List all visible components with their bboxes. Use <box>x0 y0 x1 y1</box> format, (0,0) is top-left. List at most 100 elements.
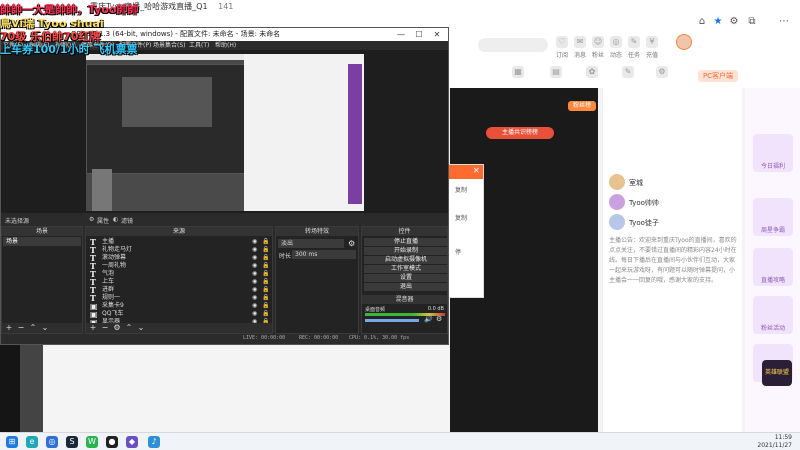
extensions-icon[interactable]: ⚙ <box>728 16 740 28</box>
transition-select[interactable]: 淡出 <box>278 239 344 248</box>
settings-button[interactable]: 设置 <box>364 274 448 282</box>
source-row[interactable]: T 规则一 ◉ 🔒 <box>88 294 269 302</box>
source-row[interactable]: T 礼物走马灯 ◉ 🔒 <box>88 246 269 254</box>
close-icon[interactable]: × <box>472 166 480 176</box>
user-avatar[interactable] <box>676 34 692 50</box>
add-icon[interactable]: + <box>4 323 14 333</box>
edit-icon[interactable]: ✎ <box>622 66 634 78</box>
lock-icon[interactable]: 🔒 <box>262 302 269 310</box>
gear-icon[interactable]: ⚙ <box>348 239 355 248</box>
task-icon[interactable]: ✎ <box>628 36 640 48</box>
chat-user-row[interactable]: 室城 <box>609 174 737 192</box>
source-row[interactable]: ▣ QQ飞车 ◉ 🔒 <box>88 310 269 318</box>
visibility-icon[interactable]: ◉ <box>252 254 257 262</box>
edge-icon[interactable]: e <box>26 436 38 448</box>
menu-tools[interactable]: 工具(T) <box>189 41 209 50</box>
dialog-label[interactable]: 复制 <box>455 185 467 194</box>
visibility-icon[interactable]: ◉ <box>252 270 257 278</box>
chat-user-row[interactable]: Tyoo徒子 <box>609 214 737 232</box>
exit-button[interactable]: 退出 <box>364 283 448 291</box>
fans-icon[interactable]: ☺ <box>592 36 604 48</box>
visibility-icon[interactable]: ◉ <box>252 302 257 310</box>
virtual-camera-button[interactable]: 启动虚拟摄像机 <box>364 256 448 264</box>
gift-icon[interactable]: ✿ <box>586 66 598 78</box>
pc-client-button[interactable]: PC客户端 <box>698 70 738 82</box>
source-row[interactable]: T 一周礼物 ◉ 🔒 <box>88 262 269 270</box>
visibility-icon[interactable]: ◉ <box>252 294 257 302</box>
grid-icon[interactable]: ▦ <box>512 66 524 78</box>
steam-icon[interactable]: S <box>66 436 78 448</box>
minimize-icon[interactable]: — <box>392 28 410 41</box>
source-row[interactable]: T 上车 ◉ 🔒 <box>88 278 269 286</box>
app-icon[interactable]: ♪ <box>148 436 160 448</box>
dialog-label[interactable]: 复制 <box>455 213 467 222</box>
gear-icon[interactable]: ⚙ <box>436 315 442 323</box>
start-recording-button[interactable]: 开始录制 <box>364 247 448 255</box>
lock-icon[interactable]: 🔒 <box>262 286 269 294</box>
visibility-icon[interactable]: ◉ <box>252 238 257 246</box>
remove-icon[interactable]: − <box>100 323 110 333</box>
lock-icon[interactable]: 🔒 <box>262 294 269 302</box>
properties-button[interactable]: 属性 <box>97 216 109 225</box>
gear-icon[interactable]: ⚙ <box>112 323 122 333</box>
home-icon[interactable]: ⌂ <box>696 16 708 28</box>
source-row[interactable]: ▣ 采集卡9 ◉ 🔒 <box>88 302 269 310</box>
move-down-icon[interactable]: ⌄ <box>40 323 50 333</box>
volume-slider[interactable] <box>365 319 419 322</box>
tag-strip[interactable]: 主播共识榜榜 <box>486 127 554 139</box>
move-up-icon[interactable]: ⌃ <box>28 323 38 333</box>
stop-streaming-button[interactable]: 停止直播 <box>364 238 448 246</box>
chart-icon[interactable]: ▤ <box>550 66 562 78</box>
app-icon[interactable]: ◆ <box>126 436 138 448</box>
windows-start-icon[interactable]: ⊞ <box>6 436 18 448</box>
maximize-icon[interactable]: ☐ <box>410 28 428 41</box>
source-row[interactable]: T 进群 ◉ 🔒 <box>88 286 269 294</box>
visibility-icon[interactable]: ◉ <box>252 246 257 254</box>
search-input[interactable] <box>478 38 548 52</box>
lock-icon[interactable]: 🔒 <box>262 270 269 278</box>
rank-strip[interactable]: 粉丝榜 <box>568 101 596 111</box>
chat-user-row[interactable]: Tyoo帅帅 <box>609 194 737 212</box>
speaker-icon[interactable]: 🔊 <box>424 315 433 323</box>
visibility-icon[interactable]: ◉ <box>252 278 257 286</box>
scene-item[interactable]: 场景 <box>3 237 81 246</box>
message-icon[interactable]: ✉ <box>574 36 586 48</box>
move-down-icon[interactable]: ⌄ <box>136 323 146 333</box>
settings-icon[interactable]: ⚙ <box>656 66 668 78</box>
obs-icon[interactable]: ● <box>106 436 118 448</box>
visibility-icon[interactable]: ◉ <box>252 286 257 294</box>
visibility-icon[interactable]: ◉ <box>252 262 257 270</box>
source-row[interactable]: T 滚动弹幕 ◉ 🔒 <box>88 254 269 262</box>
wechat-icon[interactable]: W <box>86 436 98 448</box>
menu-help[interactable]: 帮助(H) <box>215 41 236 50</box>
dynamic-icon[interactable]: ◎ <box>610 36 622 48</box>
source-row[interactable]: T 气泡 ◉ 🔒 <box>88 270 269 278</box>
filters-button[interactable]: 滤镜 <box>121 216 133 225</box>
lock-icon[interactable]: 🔒 <box>262 254 269 262</box>
subscribe-icon[interactable]: ♡ <box>556 36 568 48</box>
studio-mode-button[interactable]: 工作室模式 <box>364 265 448 273</box>
menu-scene-collection[interactable]: 场景集合(S) <box>153 41 186 50</box>
recharge-icon[interactable]: ¥ <box>646 36 658 48</box>
lock-icon[interactable]: 🔒 <box>262 278 269 286</box>
app-icon[interactable]: ◎ <box>46 436 58 448</box>
obs-preview[interactable] <box>1 50 448 213</box>
rail-item[interactable]: 今日福利 <box>753 134 793 172</box>
add-icon[interactable]: + <box>88 323 98 333</box>
lock-icon[interactable]: 🔒 <box>262 238 269 246</box>
gear-icon[interactable]: ⚙ <box>89 216 94 223</box>
dialog-label[interactable]: 停 <box>455 247 461 256</box>
menu-icon[interactable]: ⋯ <box>778 16 790 28</box>
rail-item[interactable]: 周星争霸 <box>753 198 793 236</box>
lock-icon[interactable]: 🔒 <box>262 246 269 254</box>
source-row[interactable]: T 主播 ◉ 🔒 <box>88 238 269 246</box>
rail-item[interactable]: 粉丝活动 <box>753 296 793 334</box>
clock[interactable]: 11:59 2021/11/27 <box>742 434 792 450</box>
rail-item[interactable]: 直播攻略 <box>753 248 793 286</box>
close-icon[interactable]: ✕ <box>428 28 446 41</box>
move-up-icon[interactable]: ⌃ <box>124 323 134 333</box>
remove-icon[interactable]: − <box>16 323 26 333</box>
collections-icon[interactable]: ⧉ <box>746 16 758 28</box>
lock-icon[interactable]: 🔒 <box>262 262 269 270</box>
star-icon[interactable]: ★ <box>712 16 724 28</box>
